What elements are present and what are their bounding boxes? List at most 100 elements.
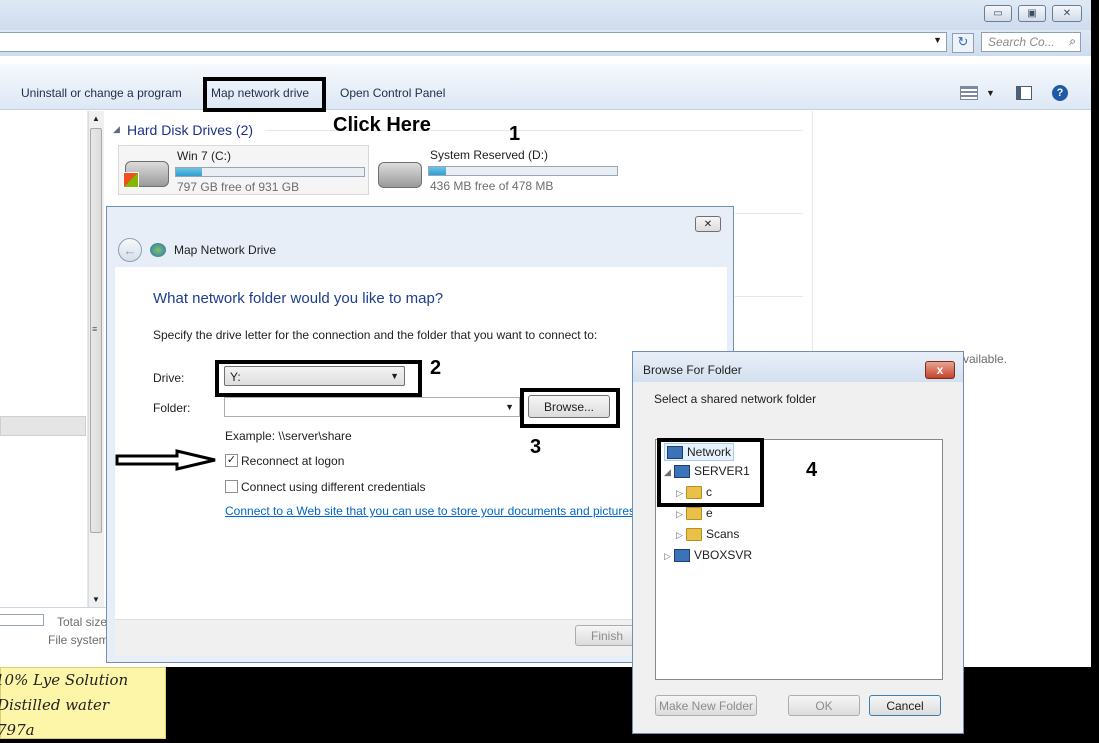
drive-c-free-space: 797 GB free of 931 GB xyxy=(177,180,300,194)
make-new-folder-button[interactable]: Make New Folder xyxy=(655,695,757,716)
browse-button[interactable]: Browse... xyxy=(528,395,610,418)
drive-d-usage-bar xyxy=(428,166,618,176)
map-dialog-close-button[interactable]: ✕ xyxy=(695,216,721,232)
computer-icon xyxy=(674,549,690,563)
chevron-down-icon[interactable]: ▼ xyxy=(505,402,514,412)
search-icon[interactable]: ⌕ xyxy=(1069,34,1076,49)
sticky-note-line: 10% Lye Solution xyxy=(0,671,129,689)
chevron-down-icon: ▼ xyxy=(390,371,399,381)
tree-item-label: e xyxy=(706,506,713,520)
search-placeholder: Search Co... xyxy=(988,35,1055,49)
hard-disk-icon xyxy=(123,161,169,188)
nav-selected-item[interactable] xyxy=(0,416,86,436)
close-icon: x xyxy=(936,363,944,377)
drive-c-usage-fill xyxy=(176,168,203,176)
drive-select-value: Y: xyxy=(230,370,241,384)
ok-button-label: OK xyxy=(815,698,833,713)
browse-title-bar: Browse For Folder x xyxy=(633,352,963,382)
minimize-button[interactable]: ▭ xyxy=(984,5,1012,22)
tree-highlight xyxy=(657,438,764,507)
windows-logo-icon xyxy=(123,172,139,188)
views-dropdown-icon[interactable]: ▼ xyxy=(986,88,995,98)
reconnect-checkbox[interactable]: ✓ xyxy=(225,454,238,467)
title-bar: ▭ ▣ ✕ xyxy=(0,0,1091,30)
arrow-annotation-icon xyxy=(115,449,216,471)
navigation-pane[interactable] xyxy=(0,111,88,611)
tree-item-label: Scans xyxy=(706,527,740,541)
scroll-down-icon[interactable]: ▼ xyxy=(92,595,100,604)
close-icon: ✕ xyxy=(1062,8,1072,19)
collapsed-arrow-icon[interactable]: ▷ xyxy=(676,509,686,520)
total-size-label: Total size xyxy=(57,615,108,629)
scroll-up-icon[interactable]: ▲ xyxy=(92,114,100,123)
minimize-icon: ▭ xyxy=(993,8,1003,19)
details-usage-bar xyxy=(0,614,44,626)
open-control-panel-button[interactable]: Open Control Panel xyxy=(340,86,445,100)
uninstall-program-button[interactable]: Uninstall or change a program xyxy=(21,86,182,100)
step-3-annotation: 3 xyxy=(530,436,542,458)
preview-text: vailable. xyxy=(963,352,1008,366)
finish-button[interactable]: Finish xyxy=(575,625,639,646)
drive-tile-c[interactable]: Win 7 (C:) 797 GB free of 931 GB xyxy=(118,145,369,195)
tree-item-share-scans[interactable]: ▷ Scans xyxy=(676,527,740,542)
click-here-annotation: Click Here xyxy=(333,114,431,136)
step-2-annotation: 2 xyxy=(430,357,442,379)
credentials-label[interactable]: Connect using different credentials xyxy=(241,480,426,494)
web-site-link[interactable]: Connect to a Web site that you can use t… xyxy=(225,504,635,518)
help-icon[interactable]: ? xyxy=(1052,85,1068,101)
views-icon[interactable] xyxy=(960,86,978,100)
map-dialog-instruction: Specify the drive letter for the connect… xyxy=(153,328,598,342)
file-system-label: File system xyxy=(48,633,109,647)
tree-item-vboxsvr[interactable]: ▷ VBOXSVR xyxy=(664,548,753,563)
browse-dialog-title: Browse For Folder xyxy=(643,363,742,377)
group-header-hard-disk[interactable]: Hard Disk Drives (2) xyxy=(127,122,253,138)
step-1-annotation: 1 xyxy=(509,123,521,145)
collapsed-arrow-icon[interactable]: ▷ xyxy=(664,551,674,562)
browse-button-label: Browse... xyxy=(543,399,594,414)
maximize-button[interactable]: ▣ xyxy=(1018,5,1046,22)
drive-c-name: Win 7 (C:) xyxy=(177,149,231,163)
address-bar[interactable]: ▼ xyxy=(0,32,947,52)
hard-disk-icon xyxy=(378,162,422,188)
refresh-icon[interactable]: ↻ xyxy=(952,33,974,53)
search-input[interactable]: Search Co... ⌕ xyxy=(981,32,1081,52)
folder-example: Example: \\server\share xyxy=(225,429,352,443)
tree-item-share-e[interactable]: ▷ e xyxy=(676,506,713,521)
drive-c-usage-bar xyxy=(175,167,365,177)
window-close-button[interactable]: ✕ xyxy=(1052,5,1082,22)
reconnect-label[interactable]: Reconnect at logon xyxy=(241,454,344,468)
ok-button[interactable]: OK xyxy=(788,695,860,716)
credentials-checkbox[interactable] xyxy=(225,480,238,493)
collapse-arrow-icon[interactable]: ◢ xyxy=(113,124,120,135)
details-pane: Total size File system xyxy=(0,607,110,667)
group-divider xyxy=(735,213,803,214)
cancel-button-label: Cancel xyxy=(886,698,924,713)
drive-d-free-space: 436 MB free of 478 MB xyxy=(430,179,554,193)
sticky-note[interactable]: 10% Lye Solution Distilled water 797a xyxy=(0,667,166,739)
drive-label: Drive: xyxy=(153,371,185,385)
collapsed-arrow-icon[interactable]: ▷ xyxy=(676,530,686,541)
sticky-note-line: 797a xyxy=(0,721,35,739)
close-icon: ✕ xyxy=(703,218,713,230)
drive-select[interactable]: Y: ▼ xyxy=(224,366,405,386)
drive-d-usage-fill xyxy=(429,167,446,175)
finish-button-label: Finish xyxy=(590,628,623,643)
scrollbar-thumb[interactable]: ≡ xyxy=(90,128,102,533)
cancel-button[interactable]: Cancel xyxy=(869,695,941,716)
drive-tile-d[interactable]: System Reserved (D:) 436 MB free of 478 … xyxy=(372,145,623,195)
preview-pane-icon[interactable] xyxy=(1016,86,1032,100)
map-dialog-heading: What network folder would you like to ma… xyxy=(153,290,444,307)
command-bar: Uninstall or change a program Map networ… xyxy=(0,64,1091,112)
sticky-note-line: Distilled water xyxy=(0,696,110,714)
back-arrow-icon[interactable]: ← xyxy=(118,238,142,262)
map-network-drive-button[interactable]: Map network drive xyxy=(211,86,309,100)
address-dropdown-icon[interactable]: ▼ xyxy=(933,35,942,45)
group-divider xyxy=(735,296,803,297)
tree-item-label: VBOXSVR xyxy=(694,548,753,562)
browse-close-button[interactable]: x xyxy=(925,361,955,379)
shared-folder-icon xyxy=(686,507,702,521)
drive-d-name: System Reserved (D:) xyxy=(430,148,549,162)
folder-input[interactable]: ▼ xyxy=(224,397,520,417)
browse-instruction: Select a shared network folder xyxy=(654,392,817,406)
network-drive-icon xyxy=(150,243,166,257)
